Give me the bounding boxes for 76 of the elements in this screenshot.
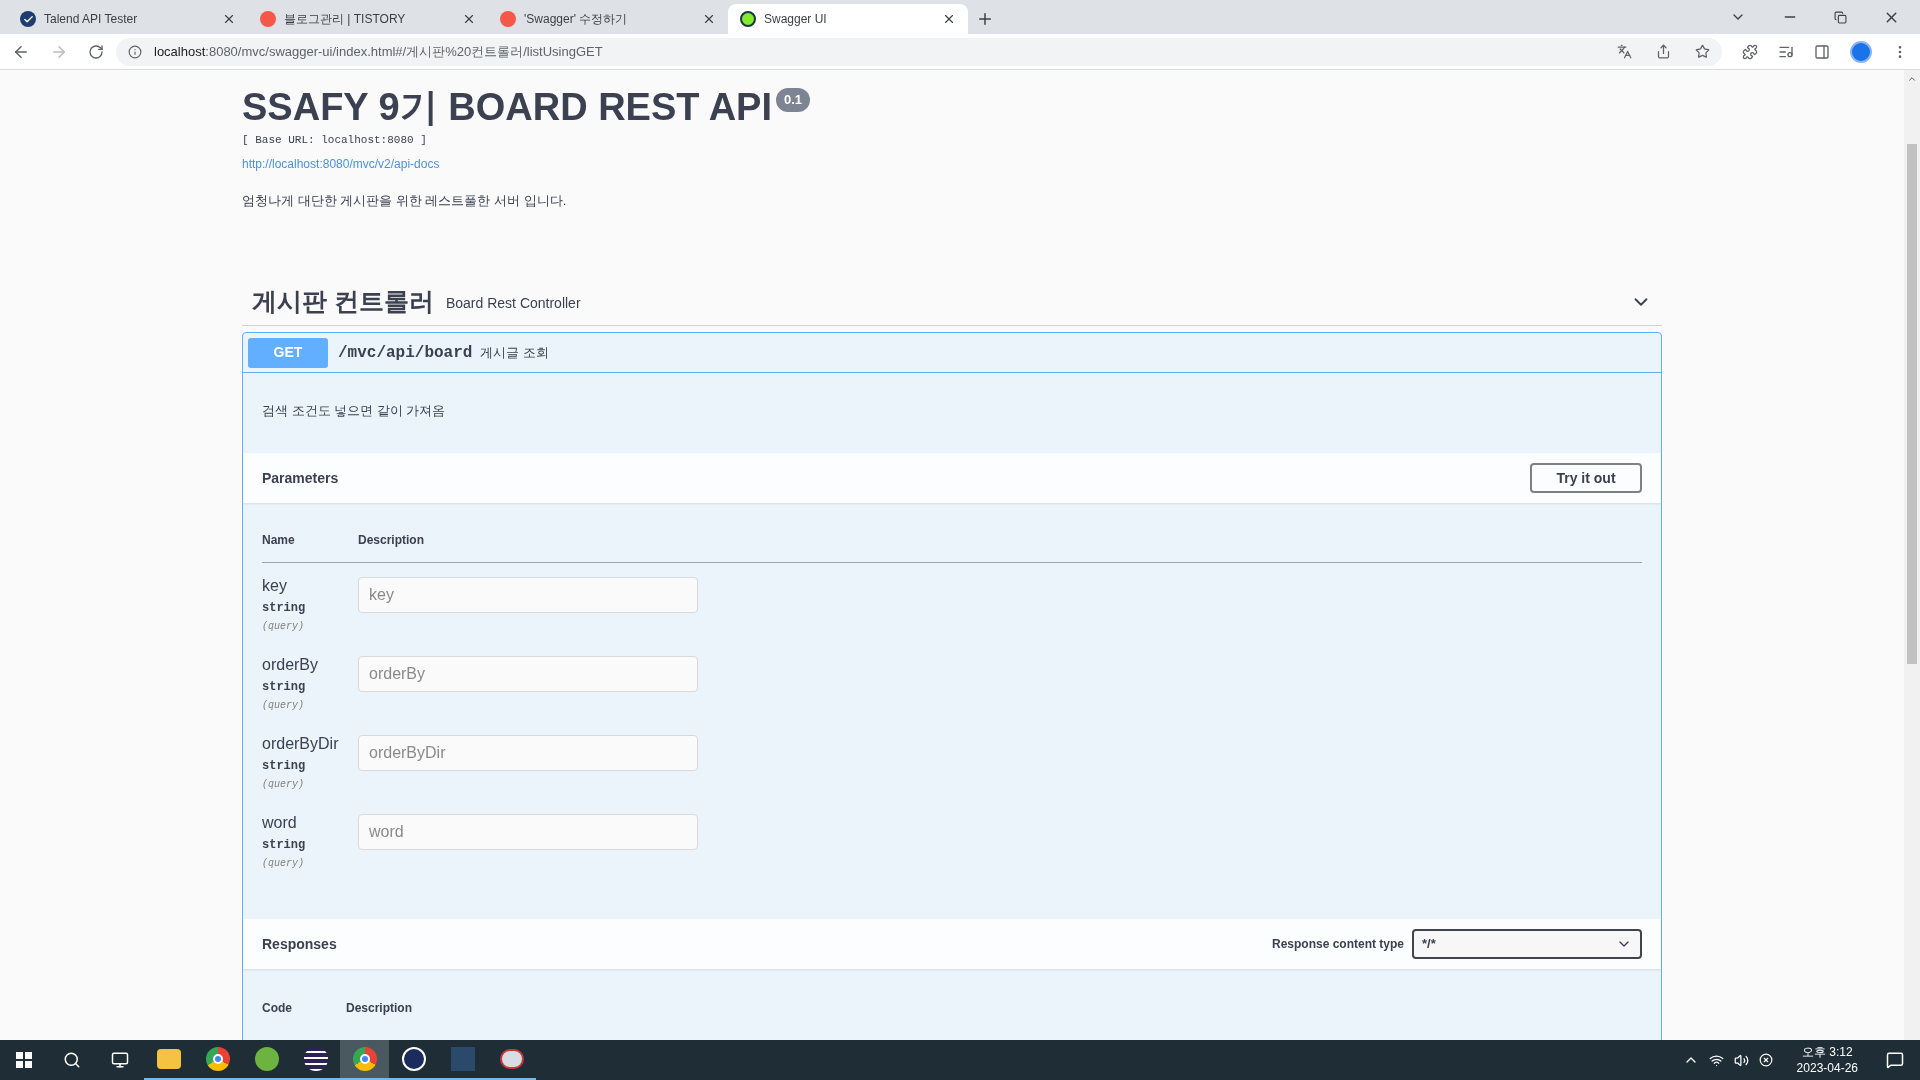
profile-avatar-icon[interactable] <box>1850 40 1872 63</box>
parameter-name: orderByDir <box>262 735 340 753</box>
browser-tab[interactable]: 'Swagger' 수정하기 <box>488 4 728 34</box>
clock-time: 오후 3:12 <box>1801 1044 1853 1060</box>
scrollbar[interactable] <box>1904 70 1920 1040</box>
restore-icon[interactable] <box>1834 10 1847 24</box>
base-url: [ Base URL: localhost:8080 ] <box>242 133 428 148</box>
tab-title: Talend API Tester <box>44 11 139 28</box>
api-title: SSAFY 9기 BOARD REST API <box>242 86 772 128</box>
check-icon <box>20 11 36 27</box>
parameter-name: orderBy <box>262 656 320 674</box>
tab-title: Swagger UI <box>764 11 828 28</box>
circle-logo-icon <box>205 1047 230 1071</box>
share-icon[interactable] <box>1656 44 1671 59</box>
task-view-icon[interactable] <box>111 1051 129 1069</box>
address-bar[interactable]: localhost:8080/mvc/swagger-ui/index.html#/게시판%20컨트롤러/listUsingGET <box>116 37 1722 66</box>
browser-tab[interactable]: Swagger UI <box>728 4 968 34</box>
parameter-type: string <box>262 758 307 775</box>
bookmark-star-icon[interactable] <box>1695 44 1710 59</box>
try-it-out-button[interactable]: Try it out <box>1530 463 1642 493</box>
parameter-input[interactable]: key <box>358 577 698 613</box>
reload-icon[interactable] <box>88 43 104 60</box>
operation-summary[interactable]: GET /mvc/api/board 게시글 조회 <box>243 333 1661 373</box>
parameter-location: (query) <box>262 857 305 871</box>
column-header: Description <box>346 1000 412 1017</box>
folder-icon <box>156 1049 181 1069</box>
close-icon[interactable] <box>942 12 956 26</box>
parameter-type: string <box>262 837 307 854</box>
clock-date: 2023-04-26 <box>1796 1060 1858 1076</box>
parameter-location: (query) <box>262 778 305 792</box>
info-icon <box>128 44 142 59</box>
tag-header[interactable]: 게시판 컨트롤러 Board Rest Controller <box>242 278 1662 326</box>
translate-icon[interactable] <box>1617 44 1632 59</box>
url-text: localhost:8080/mvc/swagger-ui/index.html#/게시판%20컨트롤러/listUsingGET <box>154 42 603 61</box>
operation-summary-text: 게시글 조회 <box>480 343 550 362</box>
scroll-up-icon[interactable] <box>1907 74 1917 84</box>
close-icon[interactable] <box>702 12 716 26</box>
tab-title: 'Swagger' 수정하기 <box>524 11 629 28</box>
side-panel-icon[interactable] <box>1814 43 1830 60</box>
tag-description: Board Rest Controller <box>445 294 581 313</box>
operation-description: 검색 조건도 넣으면 같이 가져옴 <box>261 402 447 420</box>
notifications-icon[interactable] <box>1886 1051 1904 1069</box>
extensions-icon[interactable] <box>1742 43 1758 60</box>
operation-path: /mvc/api/board <box>338 342 473 364</box>
version-badge: 0.1 <box>776 88 811 112</box>
api-description: 엄청나게 대단한 게시판을 위한 레스트풀한 서버 입니다. <box>242 191 568 210</box>
volume-icon[interactable] <box>1733 1052 1749 1068</box>
parameter-location: (query) <box>262 699 305 713</box>
content-type-select[interactable]: */* <box>1412 929 1642 959</box>
parameter-type: string <box>262 679 307 696</box>
windows-logo-icon[interactable] <box>16 1052 32 1068</box>
parameter-input[interactable]: orderByDir <box>358 735 698 771</box>
close-icon[interactable] <box>462 12 476 26</box>
new-tab-icon[interactable] <box>976 10 994 28</box>
section-title: Responses <box>262 934 337 954</box>
content-type-label: Response content type <box>1271 936 1404 953</box>
browser-tab[interactable]: Talend API Tester <box>8 4 248 34</box>
tag-name: 게시판 컨트롤러 <box>252 285 434 317</box>
network-icon[interactable] <box>1708 1052 1724 1068</box>
tab-title: 블로그관리 | TISTORY <box>284 11 407 28</box>
parameter-type: string <box>262 600 307 617</box>
search-icon[interactable] <box>63 1051 81 1069</box>
parameter-input[interactable]: word <box>358 814 698 850</box>
close-icon[interactable] <box>222 12 236 26</box>
browser-tab[interactable]: 블로그관리 | TISTORY <box>248 4 488 34</box>
status-icon[interactable] <box>1758 1053 1773 1067</box>
method-badge: GET <box>248 337 328 368</box>
parameter-name: word <box>262 814 298 832</box>
column-header: Name <box>262 532 296 549</box>
parameter-input[interactable]: orderBy <box>358 656 698 692</box>
parameter-location: (query) <box>262 620 305 634</box>
column-header: Code <box>262 1000 293 1017</box>
column-header: Description <box>358 532 424 549</box>
circle-logo-icon <box>352 1047 377 1071</box>
section-title: Parameters <box>262 468 339 488</box>
parameter-name: key <box>262 577 288 595</box>
